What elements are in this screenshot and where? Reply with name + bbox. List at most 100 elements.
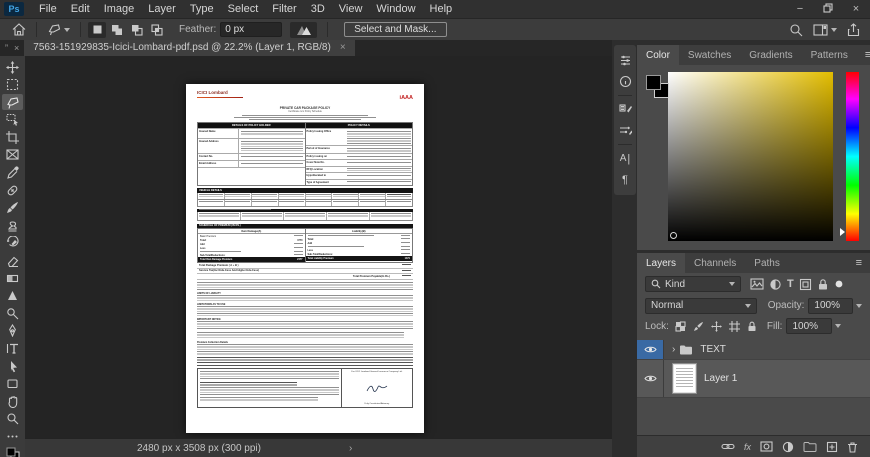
restore-button[interactable] bbox=[814, 3, 842, 16]
move-tool[interactable] bbox=[2, 59, 23, 75]
info-panel-icon[interactable] bbox=[619, 71, 632, 92]
intersect-selection-mode[interactable] bbox=[148, 22, 166, 38]
filter-shape-layers-icon[interactable] bbox=[799, 278, 812, 291]
select-and-mask-button[interactable]: Select and Mask... bbox=[344, 22, 446, 37]
feather-input[interactable]: 0 px bbox=[220, 22, 282, 37]
character-panel-icon[interactable]: A| bbox=[620, 148, 631, 169]
group-expand-chevron[interactable]: › bbox=[672, 344, 675, 355]
fill-input[interactable]: 100% bbox=[786, 318, 832, 334]
tab-gradients[interactable]: Gradients bbox=[740, 45, 801, 65]
lasso-tool-preset[interactable] bbox=[43, 23, 74, 36]
menu-edit[interactable]: Edit bbox=[64, 3, 97, 15]
menu-help[interactable]: Help bbox=[423, 3, 460, 15]
lock-position-icon[interactable] bbox=[711, 321, 722, 332]
new-selection-mode[interactable] bbox=[88, 22, 106, 38]
menu-image[interactable]: Image bbox=[97, 3, 142, 15]
new-layer-icon[interactable] bbox=[826, 441, 838, 453]
adjustment-layer-icon[interactable] bbox=[782, 441, 794, 453]
filter-adjustment-layers-icon[interactable] bbox=[769, 278, 782, 291]
menu-layer[interactable]: Layer bbox=[141, 3, 183, 15]
filter-smart-objects-icon[interactable] bbox=[817, 278, 829, 291]
hue-slider[interactable] bbox=[846, 72, 859, 241]
color-field-cursor[interactable] bbox=[670, 232, 677, 239]
edit-toolbar-button[interactable] bbox=[2, 428, 23, 444]
tab-channels[interactable]: Channels bbox=[685, 253, 745, 273]
share-icon[interactable] bbox=[847, 23, 860, 37]
dodge-tool[interactable] bbox=[2, 305, 23, 321]
chevron-down-icon[interactable] bbox=[835, 324, 841, 328]
gradient-tool[interactable] bbox=[2, 270, 23, 286]
filter-kind-dropdown[interactable]: Kind bbox=[645, 276, 741, 292]
lock-artboard-icon[interactable] bbox=[729, 321, 740, 332]
menu-3d[interactable]: 3D bbox=[304, 3, 332, 15]
status-chevron-icon[interactable]: › bbox=[349, 443, 352, 454]
document-tab[interactable]: 7563-151929835-Icici-Lombard-pdf.psd @ 2… bbox=[24, 39, 354, 56]
tab-patterns[interactable]: Patterns bbox=[802, 45, 857, 65]
visibility-cell[interactable] bbox=[637, 360, 664, 397]
lock-transparency-icon[interactable] bbox=[675, 321, 686, 332]
type-tool[interactable] bbox=[2, 341, 23, 357]
workspace-switcher[interactable] bbox=[813, 24, 837, 36]
subtract-from-selection-mode[interactable] bbox=[128, 22, 146, 38]
saturation-brightness-field[interactable] bbox=[668, 72, 833, 241]
layer-row-selected[interactable]: Layer 1 bbox=[637, 360, 870, 398]
pen-tool[interactable] bbox=[2, 323, 23, 339]
history-brush-tool[interactable] bbox=[2, 235, 23, 251]
add-to-selection-mode[interactable] bbox=[108, 22, 126, 38]
brushes-panel-icon[interactable] bbox=[619, 120, 632, 141]
filter-type-layers-icon[interactable]: T bbox=[787, 278, 794, 290]
menu-select[interactable]: Select bbox=[221, 3, 266, 15]
brush-settings-panel-icon[interactable] bbox=[619, 99, 632, 120]
paragraph-panel-icon[interactable]: ¶ bbox=[622, 169, 628, 190]
crop-tool[interactable] bbox=[2, 129, 23, 145]
canvas-area[interactable]: ICICI Lombard iAAA PRIVATE CAR PACKAGE P… bbox=[25, 56, 612, 438]
rectangle-tool[interactable] bbox=[2, 376, 23, 392]
tab-remnant-close-icon[interactable]: × bbox=[14, 43, 19, 53]
menu-type[interactable]: Type bbox=[183, 3, 221, 15]
search-icon[interactable] bbox=[789, 23, 803, 37]
add-layer-mask-icon[interactable] bbox=[760, 441, 773, 452]
menu-file[interactable]: File bbox=[32, 3, 64, 15]
chevron-down-icon[interactable] bbox=[856, 304, 862, 308]
layer-style-icon[interactable]: fx bbox=[744, 442, 751, 452]
menu-view[interactable]: View bbox=[332, 3, 370, 15]
minimize-button[interactable]: − bbox=[786, 3, 814, 15]
tab-swatches[interactable]: Swatches bbox=[679, 45, 740, 65]
lock-all-icon[interactable] bbox=[747, 321, 757, 332]
layer-row-group[interactable]: › TEXT bbox=[637, 340, 870, 360]
visibility-cell[interactable] bbox=[637, 340, 664, 359]
menu-window[interactable]: Window bbox=[369, 3, 422, 15]
home-button[interactable] bbox=[8, 23, 30, 36]
foreground-color-swatch[interactable] bbox=[646, 75, 661, 90]
hand-tool[interactable] bbox=[2, 393, 23, 409]
panel-menu-icon[interactable]: ≡ bbox=[848, 253, 870, 273]
lasso-tool[interactable] bbox=[2, 94, 23, 110]
filter-pixel-layers-icon[interactable] bbox=[750, 278, 764, 290]
foreground-background-swatches[interactable] bbox=[2, 446, 23, 457]
frame-tool[interactable] bbox=[2, 147, 23, 163]
panel-menu-icon[interactable]: ≡ bbox=[857, 45, 870, 65]
delete-layer-icon[interactable] bbox=[847, 441, 858, 453]
menu-filter[interactable]: Filter bbox=[265, 3, 303, 15]
layer-thumbnail[interactable] bbox=[673, 364, 696, 393]
rectangular-marquee-tool[interactable] bbox=[2, 77, 23, 93]
anti-alias-toggle[interactable] bbox=[290, 22, 317, 38]
clone-stamp-tool[interactable] bbox=[2, 217, 23, 233]
hue-slider-pointer[interactable] bbox=[840, 228, 845, 236]
object-selection-tool[interactable] bbox=[2, 112, 23, 128]
photoshop-logo-icon[interactable]: Ps bbox=[4, 2, 24, 16]
brush-tool[interactable] bbox=[2, 200, 23, 216]
eraser-tool[interactable] bbox=[2, 253, 23, 269]
opacity-input[interactable]: 100% bbox=[808, 298, 853, 314]
eyedropper-tool[interactable] bbox=[2, 165, 23, 181]
lock-pixels-icon[interactable] bbox=[693, 321, 704, 332]
tab-layers[interactable]: Layers bbox=[637, 253, 685, 273]
path-selection-tool[interactable] bbox=[2, 358, 23, 374]
properties-panel-icon[interactable] bbox=[619, 50, 632, 71]
healing-brush-tool[interactable] bbox=[2, 182, 23, 198]
zoom-tool[interactable] bbox=[2, 411, 23, 427]
tab-paths[interactable]: Paths bbox=[745, 253, 789, 273]
document-page[interactable]: ICICI Lombard iAAA PRIVATE CAR PACKAGE P… bbox=[186, 84, 424, 433]
tab-close-icon[interactable]: × bbox=[340, 42, 346, 53]
link-layers-icon[interactable] bbox=[721, 442, 735, 451]
